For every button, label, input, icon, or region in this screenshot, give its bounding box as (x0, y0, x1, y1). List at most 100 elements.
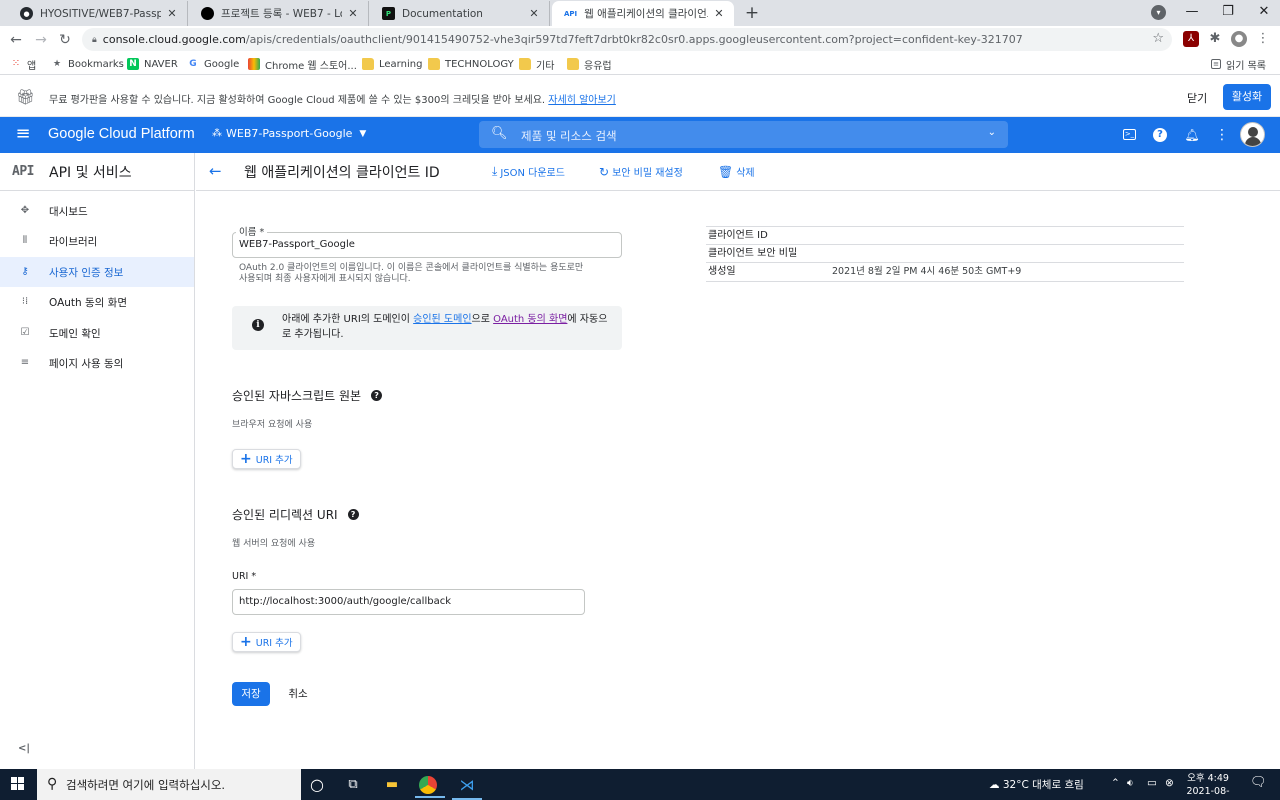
dismiss-banner-button[interactable]: 닫기 (1187, 90, 1207, 106)
forward-icon[interactable]: → (31, 30, 51, 50)
browser-menu-icon[interactable]: ⋮ (1255, 31, 1271, 47)
name-field-label: 이름 * (236, 224, 268, 238)
project-selector[interactable]: ⁂ WEB7-Passport-Google ▼ (212, 127, 366, 140)
bookmark-folder-etc[interactable]: 기타 (519, 56, 554, 72)
network-icon[interactable]: ▭ (1147, 777, 1157, 789)
button-label: 보안 비밀 재설정 (612, 168, 683, 179)
browser-tab-notion[interactable]: 프로젝트 등록 - WEB7 - Login w ✕ (189, 1, 369, 26)
notification-center-icon[interactable]: 🗨︎ (1250, 775, 1267, 790)
vscode-icon[interactable]: ⋊ (452, 774, 482, 800)
bookmark-folder-europe[interactable]: 응유럽 (567, 56, 612, 72)
add-redirect-uri-button[interactable]: + URI 추가 (232, 632, 301, 652)
tab-search-icon[interactable]: ▾ (1151, 5, 1166, 20)
close-tab-icon[interactable]: ✕ (712, 7, 726, 20)
reset-secret-button[interactable]: ↻ 보안 비밀 재설정 (599, 164, 683, 180)
more-options-icon[interactable]: ⋮ (1214, 127, 1230, 143)
windows-start-icon[interactable] (11, 777, 25, 791)
sidebar-item-credentials[interactable]: ⚷ 사용자 인증 정보 (0, 257, 194, 287)
sidebar-item-label: 도메인 확인 (49, 327, 101, 340)
redirect-uri-value: http://localhost:3000/auth/google/callba… (239, 596, 451, 607)
back-arrow-icon[interactable]: ← (209, 162, 222, 180)
volume-icon[interactable]: 🔉︎ (1127, 777, 1134, 790)
js-origins-title: 승인된 자바스크립트 원본? (232, 387, 383, 404)
save-button[interactable]: 저장 (232, 682, 270, 706)
sidebar-item-page-usage[interactable]: ≡ 페이지 사용 동의 (0, 348, 194, 378)
button-label: URI 추가 (255, 455, 293, 466)
back-icon[interactable]: ← (6, 30, 26, 50)
cloud-shell-icon[interactable]: >_ (1123, 129, 1136, 140)
taskbar-search-placeholder: 검색하려면 여기에 입력하십시오. (66, 778, 226, 792)
chevron-down-icon[interactable]: ⌄ (988, 127, 996, 138)
file-explorer-icon[interactable]: ▬ (381, 774, 403, 796)
help-icon[interactable]: ? (347, 509, 359, 520)
github-icon: ● (20, 7, 33, 20)
browser-tab-active[interactable]: API 웹 애플리케이션의 클라이언트 I ✕ (552, 1, 734, 26)
info-text: 아래에 추가한 URI의 도메인이 승인된 도메인으로 OAuth 동의 화면에… (282, 312, 612, 342)
tab-title: Documentation (402, 7, 483, 20)
detail-row-client-secret: 클라이언트 보안 비밀 (706, 245, 1184, 263)
taskbar-search-box[interactable]: ⚲ 검색하려면 여기에 입력하십시오. (37, 769, 301, 800)
chrome-icon[interactable] (415, 776, 445, 798)
page-toolbar: ← 웹 애플리케이션의 클라이언트 ID ⤓ JSON 다운로드 ↻ 보안 비밀 재… (196, 153, 1280, 191)
bookmark-google[interactable]: G Google (187, 56, 239, 72)
new-tab-button[interactable]: + (741, 3, 763, 23)
weather-widget[interactable]: ☁︎ 32°C 대체로 흐림 (989, 777, 1084, 792)
task-view-icon[interactable]: ⧉ (342, 774, 364, 796)
bookmark-bookmarks[interactable]: ★ Bookmarks (51, 56, 124, 72)
gcp-brand[interactable]: Google Cloud Platform (48, 126, 195, 142)
sidebar-item-library[interactable]: ⦀ 라이브러리 (0, 226, 194, 256)
add-js-origin-uri-button[interactable]: + URI 추가 (232, 449, 301, 469)
maximize-icon[interactable]: ❐ (1210, 0, 1246, 26)
reload-icon[interactable]: ↻ (55, 30, 75, 50)
close-tab-icon[interactable]: ✕ (527, 7, 541, 20)
activate-button[interactable]: 활성화 (1223, 84, 1271, 110)
search-icon: 🔍︎ (491, 126, 508, 141)
section-title-text: 승인된 리디렉션 URI (232, 508, 338, 522)
reading-list[interactable]: ≡ 읽기 목록 (1211, 56, 1266, 72)
help-icon[interactable]: ? (371, 390, 383, 401)
bookmark-star-icon[interactable]: ☆ (1152, 31, 1164, 46)
pdf-extension-icon[interactable]: ⅄ (1183, 31, 1199, 47)
browser-tab-documentation[interactable]: P Documentation ✕ (370, 1, 550, 26)
bookmark-naver[interactable]: N NAVER (127, 56, 178, 72)
bookmark-label: Chrome 웹 스토어... (265, 60, 357, 72)
window-close-icon[interactable]: ✕ (1246, 0, 1280, 26)
minimize-icon[interactable]: — (1174, 0, 1210, 26)
collapse-sidebar-icon[interactable]: <| (18, 743, 30, 754)
sidebar-item-domain-verification[interactable]: ☑ 도메인 확인 (0, 318, 194, 348)
sidebar-item-dashboard[interactable]: ✥ 대시보드 (0, 196, 194, 226)
bookmark-folder-learning[interactable]: Learning (362, 56, 422, 72)
status-icon[interactable]: ⊗ (1165, 777, 1174, 789)
show-hidden-icons-icon[interactable]: ⌃ (1111, 777, 1120, 789)
star-icon: ★ (52, 59, 62, 69)
bookmark-folder-technology[interactable]: TECHNOLOGY (428, 56, 514, 72)
search-bar[interactable]: 🔍︎ 제품 및 리소스 검색 ⌄ (479, 121, 1008, 148)
js-origins-desc: 브라우저 요청에 사용 (232, 420, 313, 430)
delete-button[interactable]: 🗑︎ 삭제 (718, 164, 755, 180)
cortana-icon[interactable]: ○ (306, 774, 328, 796)
authorized-domains-link[interactable]: 승인된 도메인 (413, 314, 471, 325)
notifications-icon[interactable]: 🔔︎ (1184, 127, 1200, 143)
sidebar-item-label: OAuth 동의 화면 (49, 296, 128, 309)
close-tab-icon[interactable]: ✕ (165, 7, 179, 20)
bookmark-webstore[interactable]: Chrome 웹 스토어... (248, 56, 357, 72)
json-download-button[interactable]: ⤓ JSON 다운로드 (492, 164, 565, 179)
url-bar[interactable]: 🔒︎ console.cloud.google.com/apis/credent… (82, 28, 1172, 51)
sidebar-item-oauth-consent[interactable]: ⁝⁞ OAuth 동의 화면 (0, 287, 194, 317)
profile-avatar-icon[interactable]: ● (1231, 31, 1247, 47)
learn-more-link[interactable]: 자세히 알아보기 (548, 95, 616, 106)
bookmark-apps[interactable]: ⁙ 앱 (10, 56, 36, 72)
extensions-icon[interactable]: ✱ (1207, 31, 1223, 47)
menu-icon[interactable]: ≡ (14, 125, 32, 143)
cancel-button[interactable]: 취소 (282, 682, 314, 706)
browser-tab-github[interactable]: ● HYOSITIVE/WEB7-Passport_Goo ✕ (8, 1, 188, 26)
dashboard-icon: ✥ (20, 205, 30, 216)
help-icon[interactable]: ? (1153, 128, 1167, 142)
bookmark-label: Bookmarks (68, 58, 124, 70)
close-tab-icon[interactable]: ✕ (346, 7, 360, 20)
account-avatar[interactable] (1240, 122, 1265, 147)
taskbar-clock[interactable]: 오후 4:49 2021-08-02 (1183, 772, 1233, 800)
lock-icon: 🔒︎ (92, 34, 97, 45)
oauth-consent-link[interactable]: OAuth 동의 화면 (493, 314, 567, 325)
trash-icon: 🗑︎ (718, 164, 734, 179)
